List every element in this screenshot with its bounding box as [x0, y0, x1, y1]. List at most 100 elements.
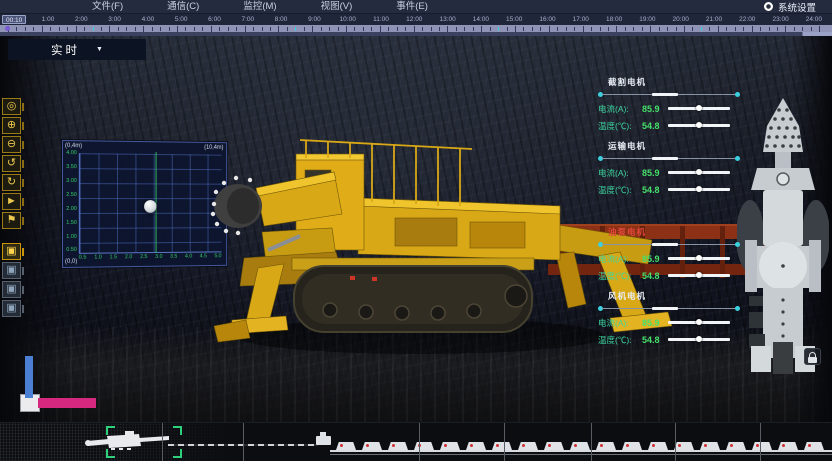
menu-item[interactable]: 事件(E)	[396, 0, 428, 13]
temperature-gauge[interactable]	[668, 274, 730, 277]
conveyor-support-icon	[440, 442, 460, 450]
timeline-tick	[42, 26, 43, 32]
reset-view-icon[interactable]: ◎	[2, 98, 21, 115]
current-value: 85.9	[642, 168, 668, 178]
roadheader-mini-icon[interactable]	[85, 429, 171, 455]
timeline-tick	[431, 27, 432, 31]
temperature-value: 54.8	[642, 121, 668, 131]
view-cube-front-icon[interactable]: ▣	[2, 243, 21, 260]
temperature-gauge[interactable]	[668, 124, 730, 127]
slider-handle-right[interactable]	[735, 242, 740, 247]
realtime-mode-dropdown[interactable]: 实时 ▼	[8, 39, 146, 60]
slider-handle-right[interactable]	[735, 92, 740, 97]
current-gauge[interactable]	[668, 257, 730, 260]
slider-handle-right[interactable]	[735, 306, 740, 311]
equipment-strip	[0, 422, 832, 461]
status-dot	[782, 444, 785, 447]
menu-item[interactable]: 文件(F)	[92, 0, 123, 13]
current-gauge[interactable]	[668, 321, 730, 324]
conveyor-support-icon	[544, 442, 564, 450]
timeline-tick	[650, 26, 651, 32]
timeline-tick	[135, 27, 136, 31]
menu-item[interactable]: 监控(M)	[243, 0, 276, 13]
slider-handle-right[interactable]	[735, 156, 740, 161]
current-gauge[interactable]	[668, 171, 730, 174]
timeline-position-marker[interactable]	[5, 26, 10, 31]
conveyor-support-icon	[648, 442, 668, 450]
pan-icon[interactable]: ►	[2, 193, 21, 210]
timeline-tick	[262, 27, 263, 31]
conveyor-support-icon	[622, 442, 642, 450]
view-toolbar: ◎ ⊕ ⊖ ↺ ↻ ► ⚑ ▣ ▣ ▣ ▣	[2, 98, 28, 319]
motor-panel: 油泵电机 电流(A): 85.9 温度(℃): 54.8	[598, 226, 740, 283]
view-cube-side-icon[interactable]: ▣	[2, 262, 21, 279]
status-dot	[730, 444, 733, 447]
timeline-tick	[794, 27, 795, 31]
timeline-tick	[287, 27, 288, 31]
main-menu: 文件(F) 通信(C) 监控(M) 视图(V) 事件(E)	[92, 0, 428, 13]
timeline-hour-label: 21:00	[706, 16, 722, 23]
lock-view-button[interactable]	[804, 348, 821, 365]
machine-top-view-icon[interactable]	[737, 96, 829, 374]
timeline-hour-label: 7:00	[241, 16, 254, 23]
motor-panel: 运输电机 电流(A): 85.9 温度(℃): 54.8	[598, 140, 740, 197]
status-dot	[626, 444, 629, 447]
lock-icon	[809, 352, 816, 357]
timeline-tick	[371, 27, 372, 31]
temperature-gauge[interactable]	[668, 188, 730, 191]
current-gauge[interactable]	[668, 107, 730, 110]
timeline-tick	[50, 27, 51, 31]
timeline-hour-label: 4:00	[142, 16, 155, 23]
timeline-tick	[574, 27, 575, 31]
conveyor-support-icon	[804, 442, 824, 450]
timeline-tick	[769, 27, 770, 31]
transfer-unit-icon[interactable]	[316, 436, 331, 445]
conveyor-support-icon	[570, 442, 590, 450]
system-settings-button[interactable]: 系统设置	[764, 0, 816, 14]
motor-range-slider[interactable]	[598, 241, 740, 248]
timeline-tick	[456, 27, 457, 31]
zoom-in-icon[interactable]: ⊕	[2, 117, 21, 134]
timeline-hour-label: 16:00	[539, 16, 555, 23]
temperature-gauge[interactable]	[668, 338, 730, 341]
view-cube-top-icon[interactable]: ▣	[2, 281, 21, 298]
temperature-label: 温度(℃):	[598, 120, 642, 132]
rotate-ccw-icon[interactable]: ↺	[2, 155, 21, 172]
motor-range-slider[interactable]	[598, 91, 740, 98]
motor-range-slider[interactable]	[598, 305, 740, 312]
timeline-hour-label: 19:00	[639, 16, 655, 23]
timeline-tick	[211, 26, 212, 32]
status-dot	[366, 444, 369, 447]
timeline-progress-bar[interactable]	[0, 32, 832, 36]
status-dot	[496, 444, 499, 447]
timeline-tick	[118, 27, 119, 31]
timeline-ruler[interactable]	[0, 25, 832, 32]
current-label: 电流(A):	[598, 317, 642, 329]
flag-icon[interactable]: ⚑	[2, 212, 21, 229]
timeline-tick	[515, 26, 516, 32]
timeline-tick	[126, 27, 127, 31]
timeline-tick	[219, 27, 220, 31]
status-dot	[548, 444, 551, 447]
conveyor-support-icon	[726, 442, 746, 450]
timeline-tick	[642, 27, 643, 31]
conveyor-support-icon	[778, 442, 798, 450]
belt-conveyor-rail	[330, 450, 832, 452]
menu-item[interactable]: 通信(C)	[167, 0, 199, 13]
timeline-tick	[321, 27, 322, 31]
status-dot	[444, 444, 447, 447]
selection-bracket	[106, 426, 115, 435]
timeline-tick	[557, 27, 558, 31]
timeline-tick	[84, 27, 85, 31]
3d-viewport[interactable]: 实时 ▼ ◎⊕⊖↺↻►⚑ ▣▣▣▣ (0,4m) (10,4m) (0,0) 4…	[0, 36, 832, 422]
menu-item[interactable]: 视图(V)	[321, 0, 353, 13]
timeline-tick	[802, 27, 803, 31]
zoom-out-icon[interactable]: ⊖	[2, 136, 21, 153]
timeline-tick	[591, 27, 592, 31]
view-cube-iso-icon[interactable]: ▣	[2, 300, 21, 317]
rotate-cw-icon[interactable]: ↻	[2, 174, 21, 191]
y-axis-bar	[25, 356, 33, 398]
motor-title: 截割电机	[608, 76, 740, 88]
motor-range-slider[interactable]	[598, 155, 740, 162]
axis-gizmo	[16, 354, 100, 422]
